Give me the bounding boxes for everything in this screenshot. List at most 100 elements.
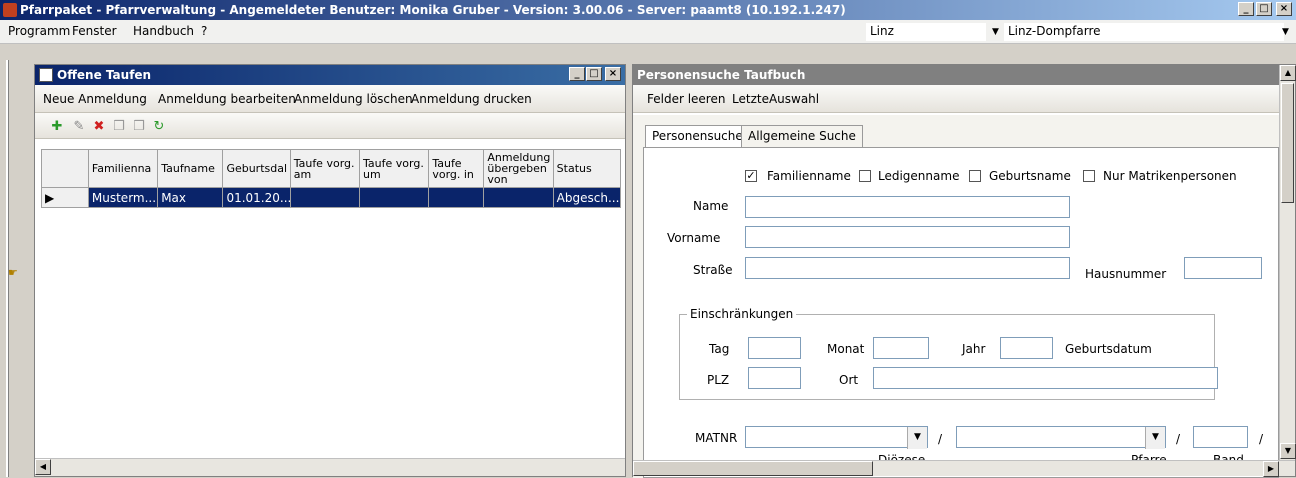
jahr-input[interactable] — [1000, 337, 1053, 359]
personensuche-titlebar: Personensuche Taufbuch — [633, 65, 1295, 85]
tag-label: Tag — [709, 342, 730, 356]
vorname-input[interactable] — [745, 226, 1070, 248]
col-geburtsdatum[interactable]: Geburtsdal — [222, 149, 291, 188]
vertical-scrollbar[interactable]: ▲ ▼ — [1279, 65, 1296, 460]
matnr-separator: / — [1176, 432, 1181, 446]
tag-input[interactable] — [748, 337, 801, 359]
scroll-right-icon[interactable]: ▶ — [1263, 461, 1279, 477]
delete-icon[interactable]: ✖ — [91, 119, 107, 135]
menu-help[interactable]: ? — [201, 24, 207, 38]
ledigenname-checkbox[interactable] — [859, 170, 871, 182]
menu-handbuch[interactable]: Handbuch — [133, 24, 194, 38]
name-input[interactable] — [745, 196, 1070, 218]
cell-familienname[interactable]: Musterm... — [87, 187, 159, 208]
offene-taufen-titlebar: Offene Taufen _ □ × — [35, 65, 625, 85]
anmeldung-loeschen-button[interactable]: Anmeldung löschen — [294, 92, 413, 106]
minimize-button[interactable]: _ — [569, 67, 585, 81]
col-familienname[interactable]: Familienna — [87, 149, 159, 188]
cell-taufe-vorg-am[interactable] — [289, 187, 361, 208]
col-status[interactable]: Status — [552, 149, 622, 188]
felder-leeren-button[interactable]: Felder leeren — [647, 92, 725, 106]
parish-value: Linz-Dompfarre — [1008, 24, 1101, 38]
left-text-toolbar: Neue Anmeldung Anmeldung bearbeiten Anme… — [35, 85, 625, 113]
cell-taufe-vorg-in[interactable] — [428, 187, 485, 208]
scroll-left-icon[interactable]: ◀ — [35, 459, 51, 475]
menu-bar: Programm Fenster Handbuch ? Linz ▼ Linz-… — [0, 20, 1296, 44]
copy-icon[interactable]: ❒ — [111, 119, 127, 135]
close-button[interactable]: × — [605, 67, 621, 81]
col-taufe-vorg-um[interactable]: Taufe vorg. um — [359, 149, 430, 188]
neue-anmeldung-button[interactable]: Neue Anmeldung — [43, 92, 147, 106]
app-icon — [3, 3, 17, 17]
name-label: Name — [693, 199, 729, 213]
row-header-corner — [41, 149, 89, 188]
nur-matrikenpersonen-label: Nur Matrikenpersonen — [1103, 169, 1237, 183]
dioezese-select[interactable]: ▼ — [745, 426, 928, 449]
window-icon — [39, 68, 53, 82]
scroll-thumb[interactable] — [1281, 83, 1294, 203]
ort-input[interactable] — [873, 367, 1218, 389]
left-dock-strip: ☛ — [0, 60, 30, 477]
col-taufe-vorg-in[interactable]: Taufe vorg. in — [428, 149, 485, 188]
tab-personensuche[interactable]: Personensuche — [645, 125, 750, 147]
add-icon[interactable]: ✚ — [49, 119, 65, 135]
wrench-icon[interactable]: ✎ — [71, 119, 87, 135]
minimize-button[interactable]: _ — [1238, 2, 1254, 16]
col-taufe-vorg-am[interactable]: Taufe vorg. am — [289, 149, 361, 188]
plz-input[interactable] — [748, 367, 801, 389]
ort-label: Ort — [839, 373, 859, 387]
refresh-icon[interactable]: ↻ — [151, 119, 167, 135]
paste-icon[interactable]: ❒ — [131, 119, 147, 135]
table-row[interactable]: ▶ Musterm... Max 01.01.20... Abgesch... — [41, 187, 622, 208]
pointer-hand-icon: ☛ — [8, 266, 18, 279]
strasse-input[interactable] — [745, 257, 1070, 279]
band-input[interactable] — [1193, 426, 1248, 448]
pfarre-select[interactable]: ▼ — [956, 426, 1166, 449]
horizontal-scrollbar[interactable]: ▶ — [633, 460, 1295, 477]
plz-label: PLZ — [707, 373, 730, 387]
maximize-button[interactable]: □ — [1256, 2, 1272, 16]
horizontal-scrollbar[interactable]: ◀ — [35, 458, 625, 476]
menu-programm[interactable]: Programm — [8, 24, 70, 38]
monat-input[interactable] — [873, 337, 929, 359]
row-selector-icon[interactable]: ▶ — [41, 187, 89, 208]
scroll-down-icon[interactable]: ▼ — [1280, 443, 1296, 459]
col-taufname[interactable]: Taufname — [157, 149, 224, 188]
geburtsdatum-label: Geburtsdatum — [1065, 342, 1152, 356]
nur-matrikenpersonen-checkbox[interactable] — [1083, 170, 1095, 182]
cell-taufe-vorg-um[interactable] — [359, 187, 430, 208]
geburtsname-checkbox[interactable] — [969, 170, 981, 182]
strasse-label: Straße — [693, 263, 733, 277]
menu-fenster[interactable]: Fenster — [72, 24, 117, 38]
chevron-down-icon[interactable]: ▼ — [907, 427, 927, 449]
chevron-down-icon[interactable]: ▼ — [1145, 427, 1165, 449]
right-toolbar: Felder leeren LetzteAuswahl — [633, 85, 1295, 113]
maximize-button[interactable]: □ — [586, 67, 602, 81]
col-anmeldung-uebergeben[interactable]: Anmeldung übergeben von — [483, 149, 554, 188]
vorname-label: Vorname — [667, 231, 721, 245]
cell-geburtsdatum[interactable]: 01.01.20... — [222, 187, 291, 208]
personensuche-window: Personensuche Taufbuch Felder leeren Let… — [632, 64, 1296, 478]
familienname-check-label: Familienname — [767, 169, 851, 183]
parish-select[interactable]: Linz-Dompfarre — [1004, 23, 1284, 41]
jahr-label: Jahr — [962, 342, 986, 356]
chevron-down-icon[interactable]: ▼ — [992, 27, 999, 37]
scroll-up-icon[interactable]: ▲ — [1280, 65, 1296, 81]
anmeldung-bearbeiten-button[interactable]: Anmeldung bearbeiten — [158, 92, 296, 106]
matnr-label: MATNR — [695, 431, 738, 445]
anmeldung-drucken-button[interactable]: Anmeldung drucken — [411, 92, 532, 106]
tab-allgemeine-suche[interactable]: Allgemeine Suche — [741, 125, 863, 147]
cell-anmeldung-uebergeben[interactable] — [483, 187, 554, 208]
cell-taufname[interactable]: Max — [157, 187, 224, 208]
letzte-auswahl-button[interactable]: LetzteAuswahl — [732, 92, 819, 106]
chevron-down-icon[interactable]: ▼ — [1282, 27, 1289, 37]
diocese-select[interactable]: Linz — [866, 23, 986, 41]
app-titlebar: Pfarrpaket - Pfarrverwaltung - Angemelde… — [0, 0, 1296, 20]
cell-status[interactable]: Abgesch... — [552, 187, 622, 208]
scroll-thumb[interactable] — [633, 461, 873, 476]
personensuche-title: Personensuche Taufbuch — [637, 68, 806, 82]
close-button[interactable]: × — [1276, 2, 1292, 16]
familienname-checkbox[interactable]: ✓ — [745, 170, 757, 182]
hausnummer-input[interactable] — [1184, 257, 1262, 279]
ledigenname-check-label: Ledigenname — [878, 169, 960, 183]
